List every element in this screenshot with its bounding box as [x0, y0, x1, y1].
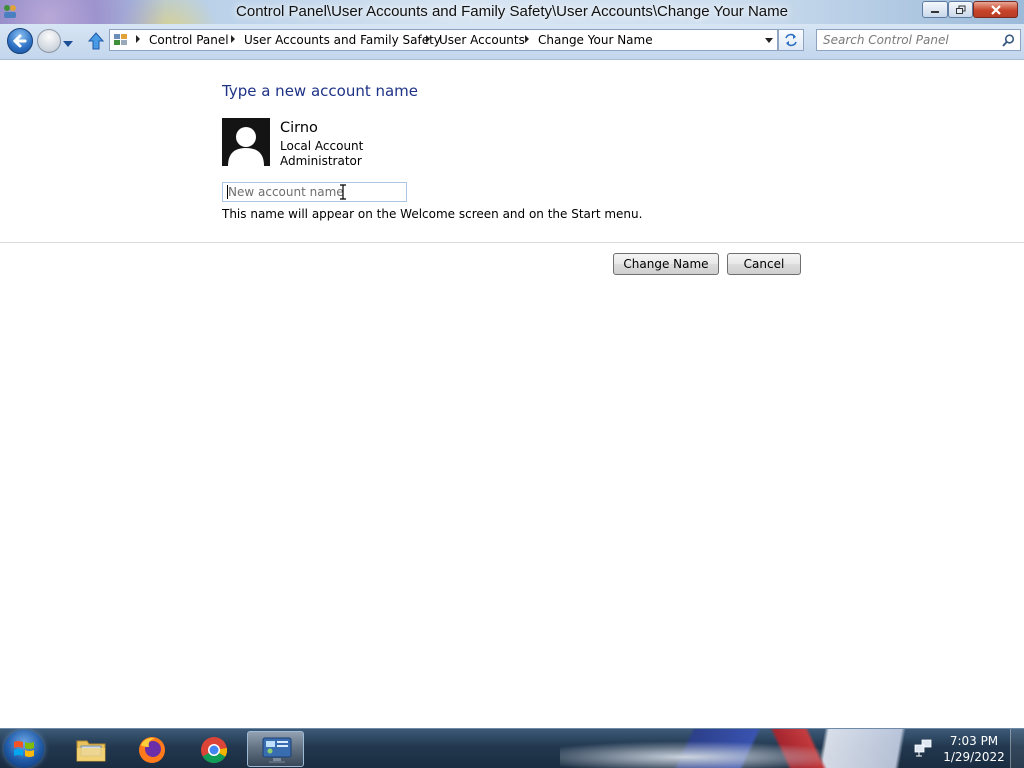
taskbar-chrome[interactable]	[186, 731, 240, 767]
start-button[interactable]	[4, 730, 44, 768]
cancel-button[interactable]: Cancel	[727, 253, 801, 275]
breadcrumb-separator[interactable]	[231, 35, 235, 43]
window-title: Control Panel\User Accounts and Family S…	[236, 3, 788, 20]
taskbar-windows-explorer[interactable]	[62, 731, 116, 767]
breadcrumb-user-accounts[interactable]: User Accounts	[439, 33, 525, 47]
breadcrumb-change-your-name[interactable]: Change Your Name	[538, 33, 653, 47]
forward-button[interactable]	[37, 29, 61, 53]
minimize-button[interactable]	[922, 1, 948, 18]
content-divider	[0, 242, 1024, 243]
breadcrumb-separator[interactable]	[426, 35, 430, 43]
system-clock[interactable]: 7:03 PM 1/29/2022	[940, 733, 1008, 765]
breadcrumb-separator[interactable]	[136, 35, 140, 43]
user-name: Cirno	[280, 120, 318, 136]
breadcrumb-control-panel[interactable]: Control Panel	[149, 33, 229, 47]
minimize-icon	[931, 10, 939, 13]
restore-icon	[955, 5, 965, 14]
close-button[interactable]	[973, 1, 1018, 18]
new-account-name-input[interactable]	[222, 182, 407, 202]
page-heading: Type a new account name	[222, 82, 419, 100]
windows-logo-icon	[14, 741, 34, 757]
control-panel-icon	[262, 737, 292, 763]
chevron-down-icon	[63, 41, 73, 47]
title-bar[interactable]: Control Panel\User Accounts and Family S…	[0, 0, 1024, 24]
back-arrow-icon	[12, 34, 27, 48]
refresh-button[interactable]	[778, 29, 804, 51]
breadcrumb-user-accounts-family-safety[interactable]: User Accounts and Family Safety	[244, 33, 441, 47]
refresh-icon	[785, 33, 797, 47]
restore-button[interactable]	[948, 1, 973, 18]
clock-date: 1/29/2022	[943, 750, 1005, 764]
firefox-icon	[139, 737, 165, 763]
taskbar-firefox[interactable]	[124, 731, 178, 767]
address-dropdown-icon[interactable]	[765, 38, 773, 43]
recent-pages-button[interactable]	[63, 36, 73, 50]
navigation-bar: Control Panel User Accounts and Family S…	[0, 24, 1024, 59]
user-avatar	[222, 118, 270, 166]
chrome-icon	[201, 737, 228, 764]
name-hint-text: This name will appear on the Welcome scr…	[222, 207, 643, 221]
folder-icon	[76, 740, 106, 762]
back-button[interactable]	[7, 28, 33, 54]
taskbar-control-panel[interactable]	[247, 731, 304, 767]
account-role: Administrator	[280, 154, 362, 168]
navigation-divider	[0, 59, 1024, 60]
breadcrumb-separator[interactable]	[525, 35, 529, 43]
up-button[interactable]	[87, 32, 105, 53]
show-desktop-button[interactable]	[1010, 729, 1024, 768]
network-icon[interactable]	[914, 739, 932, 760]
user-silhouette-icon	[228, 127, 264, 166]
account-type: Local Account	[280, 139, 364, 153]
search-input[interactable]	[823, 32, 993, 48]
search-icon[interactable]	[1002, 34, 1015, 50]
change-name-button[interactable]: Change Name	[613, 253, 719, 275]
up-arrow-icon	[87, 32, 105, 50]
close-icon	[990, 4, 1001, 15]
search-box[interactable]	[816, 29, 1021, 51]
control-panel-icon	[113, 33, 129, 50]
text-caret	[227, 185, 228, 199]
taskbar: 7:03 PM 1/29/2022	[0, 728, 1024, 768]
address-bar[interactable]: Control Panel User Accounts and Family S…	[109, 29, 778, 51]
clock-time: 7:03 PM	[949, 734, 999, 748]
ibeam-cursor-icon	[339, 184, 347, 203]
